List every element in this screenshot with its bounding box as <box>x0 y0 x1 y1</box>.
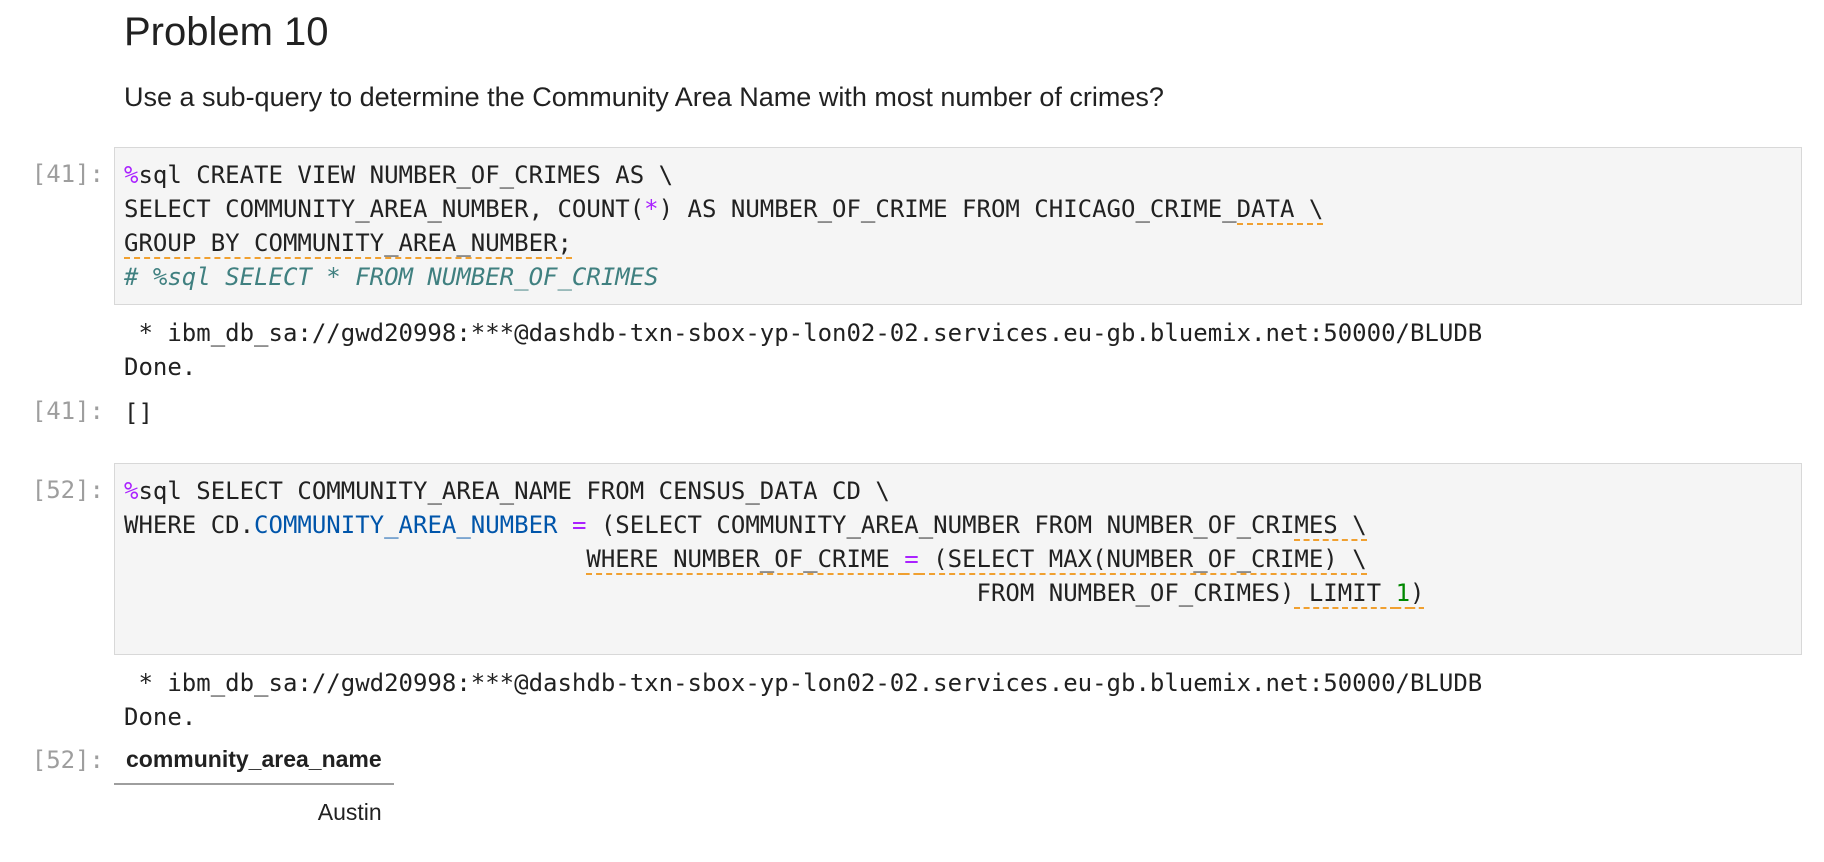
cell1-input-prompt: [41]: <box>31 160 104 188</box>
code-attribute: COMMUNITY_AREA_NUMBER <box>254 511 558 539</box>
table-row: Austin <box>114 784 394 830</box>
cell1-result: [] <box>124 399 153 427</box>
code-text: WHERE CD. <box>124 511 255 539</box>
cell2-output-prompt: [52]: <box>31 746 104 774</box>
code-line: sql SELECT COMMUNITY_AREA_NAME FROM CENS… <box>138 477 890 505</box>
code-squiggle: LIMIT <box>1294 579 1396 609</box>
cell2-input-prompt: [52]: <box>31 476 104 504</box>
cell1-output-prompt: [41]: <box>31 397 104 425</box>
column-header: community_area_name <box>114 744 394 785</box>
problem-description: Use a sub-query to determine the Communi… <box>124 82 1164 112</box>
code-squiggle: (SELECT MAX(NUMBER_OF_CRIME) \ <box>918 545 1367 575</box>
code-text: FROM NUMBER_OF_CRIMES) <box>976 579 1295 607</box>
code-line: GROUP BY COMMUNITY_AREA_NUMBER; <box>124 229 572 259</box>
code-text: (SELECT COMMUNITY_AREA_NUMBER FROM NUMBE… <box>586 511 1295 539</box>
cell1-stdout-connection: * ibm_db_sa://gwd20998:***@dashdb-txn-sb… <box>124 319 1483 347</box>
cell2-stdout-connection: * ibm_db_sa://gwd20998:***@dashdb-txn-sb… <box>124 669 1483 697</box>
code-operator: * <box>644 195 659 223</box>
code-number: 1 <box>1395 579 1411 609</box>
code-comment: # %sql SELECT * FROM NUMBER_OF_CRIMES <box>124 263 659 291</box>
code-operator: = <box>571 511 587 539</box>
problem-heading: Problem 10 <box>124 10 329 54</box>
cell1-code[interactable]: %sql CREATE VIEW NUMBER_OF_CRIMES AS \ S… <box>124 158 1324 294</box>
cell2-stdout-done: Done. <box>124 703 197 731</box>
cell1-code-editor[interactable]: %sql CREATE VIEW NUMBER_OF_CRIMES AS \ S… <box>114 147 1802 305</box>
table-header-row: community_area_name <box>114 744 394 785</box>
cell1-stdout-done: Done. <box>124 353 197 381</box>
cell2-code-editor[interactable]: %sql SELECT COMMUNITY_AREA_NAME FROM CEN… <box>114 463 1802 655</box>
magic-symbol: % <box>124 477 139 505</box>
table-cell: Austin <box>317 799 382 825</box>
code-text: SELECT COMMUNITY_AREA_NUMBER, COUNT( <box>124 195 645 223</box>
code-squiggle: DATA \ <box>1236 195 1324 225</box>
code-operator: = <box>904 545 919 575</box>
code-line: sql CREATE VIEW NUMBER_OF_CRIMES AS \ <box>138 161 674 189</box>
result-table: community_area_name Austin <box>114 744 394 830</box>
code-squiggle: MES \ <box>1294 511 1367 541</box>
cell2-code[interactable]: %sql SELECT COMMUNITY_AREA_NAME FROM CEN… <box>124 474 1425 610</box>
code-squiggle: WHERE NUMBER_OF_CRIME <box>586 545 905 575</box>
code-squiggle: ) <box>1410 579 1425 609</box>
magic-symbol: % <box>124 161 139 189</box>
code-text: ) AS NUMBER_OF_CRIME FROM CHICAGO_CRIME_ <box>658 195 1237 223</box>
